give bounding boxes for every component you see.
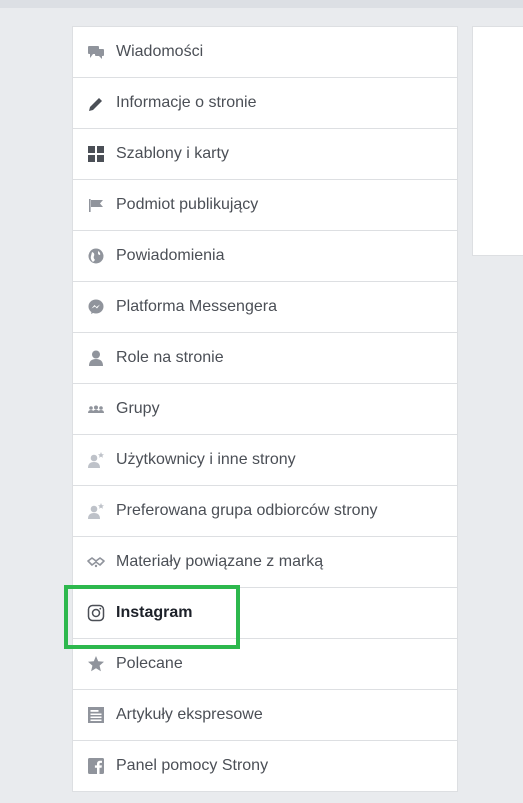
sidebar-item-label: Użytkownicy i inne strony [116, 451, 296, 468]
messages-icon [87, 43, 105, 61]
sidebar-item-label: Powiadomienia [116, 247, 225, 264]
sidebar-item-label: Polecane [116, 655, 183, 672]
sidebar-item-templates[interactable]: Szablony i karty [73, 129, 457, 180]
groups-icon [87, 400, 105, 418]
sidebar-item-preferred-audience[interactable]: Preferowana grupa odbiorców strony [73, 486, 457, 537]
handshake-icon [87, 553, 105, 571]
sidebar-item-label: Szablony i karty [116, 145, 229, 162]
sidebar-item-page-support-inbox[interactable]: Panel pomocy Strony [73, 741, 457, 792]
sidebar-item-notifications[interactable]: Powiadomienia [73, 231, 457, 282]
sidebar-item-label: Preferowana grupa odbiorców strony [116, 502, 378, 519]
grid-icon [87, 145, 105, 163]
sidebar-item-messenger-platform[interactable]: Platforma Messengera [73, 282, 457, 333]
sidebar-item-people-other-pages[interactable]: Użytkownicy i inne strony [73, 435, 457, 486]
sidebar-item-label: Informacje o stronie [116, 94, 257, 111]
sidebar-item-instagram[interactable]: Instagram [73, 588, 457, 639]
sidebar-item-messages[interactable]: Wiadomości [73, 27, 457, 78]
content-panel [472, 26, 523, 256]
sidebar-item-page-roles[interactable]: Role na stronie [73, 333, 457, 384]
pencil-icon [87, 94, 105, 112]
sidebar-item-branded-content[interactable]: Materiały powiązane z marką [73, 537, 457, 588]
instagram-icon [87, 604, 105, 622]
sidebar-item-label: Role na stronie [116, 349, 224, 366]
sidebar-item-instant-articles[interactable]: Artykuły ekspresowe [73, 690, 457, 741]
sidebar-item-page-info[interactable]: Informacje o stronie [73, 78, 457, 129]
sidebar-item-label: Materiały powiązane z marką [116, 553, 324, 570]
sidebar-item-featured[interactable]: Polecane [73, 639, 457, 690]
facebook-icon [87, 757, 105, 775]
flag-icon [87, 196, 105, 214]
sidebar-item-publisher[interactable]: Podmiot publikujący [73, 180, 457, 231]
sidebar-item-label: Instagram [116, 604, 193, 621]
sidebar-item-label: Wiadomości [116, 43, 204, 60]
sidebar-item-label: Artykuły ekspresowe [116, 706, 263, 723]
settings-sidebar-menu: Wiadomości Informacje o stronie Szablony… [72, 26, 458, 792]
article-icon [87, 706, 105, 724]
globe-icon [87, 247, 105, 265]
person-star-icon [87, 502, 105, 520]
person-icon [87, 349, 105, 367]
person-star-icon [87, 451, 105, 469]
messenger-icon [87, 298, 105, 316]
sidebar-item-label: Podmiot publikujący [116, 196, 259, 213]
star-icon [87, 655, 105, 673]
top-strip [0, 0, 523, 8]
sidebar-item-label: Panel pomocy Strony [116, 757, 269, 774]
sidebar-item-label: Platforma Messengera [116, 298, 277, 315]
sidebar-item-groups[interactable]: Grupy [73, 384, 457, 435]
sidebar-item-label: Grupy [116, 400, 160, 417]
